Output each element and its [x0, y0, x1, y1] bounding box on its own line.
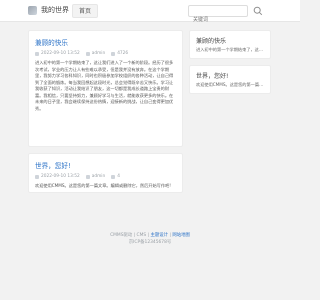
post-views-text: 4726 — [117, 51, 129, 56]
post-date-text: 2022-09-10 13:52 — [41, 174, 80, 179]
post-author-text: admin — [91, 174, 106, 179]
site-brand[interactable]: 我的世界 — [28, 5, 69, 15]
post-author: admin — [85, 174, 106, 179]
footer-powered-by: CMMS驱动 | CMS — [110, 233, 147, 238]
user-icon — [85, 51, 90, 56]
footer-line-2: 京ICP备12345678号 — [128, 239, 172, 245]
post-author: admin — [85, 51, 106, 56]
post-card: 世界，您好! 2022-09-10 13:52 admin 4 欢迎使用CMMS… — [28, 153, 183, 193]
post-views: 4 — [111, 174, 120, 179]
post-excerpt: 进入初中的第一个学期结束了，这让我们进入了一个新的阶段。经历了很多次考试，学业的… — [35, 60, 174, 111]
sidebar-post-title[interactable]: 兼顾的快乐 — [196, 36, 264, 45]
search-box[interactable] — [188, 5, 248, 25]
sidebar: 兼顾的快乐 进入初中的第一个学期结束了，这让我们进入了一个新 世界，您好! 欢迎… — [189, 30, 271, 100]
post-meta: 2022-09-10 13:52 admin 4 — [35, 174, 176, 179]
post-author-text: admin — [91, 51, 106, 56]
search-input[interactable] — [189, 15, 247, 25]
post-date: 2022-09-10 13:52 — [35, 51, 80, 56]
site-name: 我的世界 — [41, 6, 69, 14]
sidebar-post-excerpt: 进入初中的第一个学期结束了，这让我们进入了一个新 — [196, 47, 264, 52]
footer-sitemap-link[interactable]: 网站地图 — [172, 233, 190, 238]
post-date-text: 2022-09-10 13:52 — [41, 51, 80, 56]
post-views: 4726 — [111, 51, 128, 56]
post-date: 2022-09-10 13:52 — [35, 174, 80, 179]
post-excerpt: 欢迎使用CMMS。这是您的第一篇文章。编辑或删除它，然后开始写作吧! — [35, 183, 171, 188]
post-views-text: 4 — [117, 174, 120, 179]
post-title-link[interactable]: 兼顾的快乐 — [35, 37, 176, 47]
clock-icon — [35, 51, 39, 56]
nav-home-link[interactable]: 首页 — [72, 4, 99, 18]
eye-icon — [111, 51, 116, 56]
user-icon — [85, 174, 90, 179]
sidebar-post-card[interactable]: 兼顾的快乐 进入初中的第一个学期结束了，这让我们进入了一个新 — [189, 30, 271, 59]
search-icon[interactable] — [252, 5, 264, 17]
footer-theme-link[interactable]: 主题设计 — [150, 233, 168, 238]
post-card: 兼顾的快乐 2022-09-10 13:52 admin 4726 进入初中的第… — [28, 30, 183, 147]
site-logo-icon — [28, 5, 37, 15]
eye-icon — [111, 174, 116, 179]
post-list: 兼顾的快乐 2022-09-10 13:52 admin 4726 进入初中的第… — [28, 30, 183, 199]
sidebar-post-excerpt: 欢迎使用CMMS。这是您的第一篇文章。编辑 — [196, 82, 264, 87]
sidebar-post-title[interactable]: 世界，您好! — [196, 71, 264, 80]
clock-icon — [35, 174, 39, 179]
footer: CMMS驱动 | CMS | 主题设计 | 网站地图 京ICP备12345678… — [0, 233, 300, 246]
top-bar: 我的世界 首页 — [0, 0, 300, 25]
sidebar-post-card[interactable]: 世界，您好! 欢迎使用CMMS。这是您的第一篇文章。编辑 — [189, 65, 271, 94]
post-meta: 2022-09-10 13:52 admin 4726 — [35, 51, 176, 56]
post-title-link[interactable]: 世界，您好! — [35, 160, 176, 170]
